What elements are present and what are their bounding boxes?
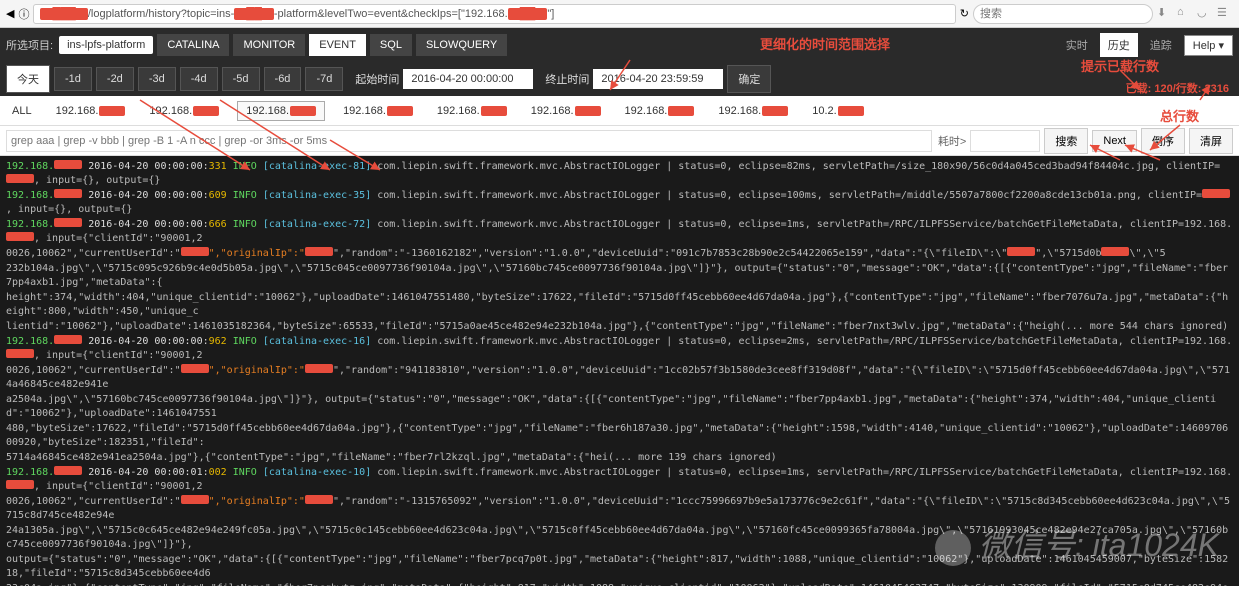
ip-item[interactable]: 192.168. [712,102,794,120]
rtab-history[interactable]: 历史 [1100,33,1138,57]
menu-icon[interactable]: ☰ [1217,6,1233,22]
timecost-input[interactable] [970,130,1040,152]
tab-event[interactable]: EVENT [309,34,366,56]
start-time-label: 起始时间 [355,71,399,87]
browser-url-bar: ◀ ⓘ ███/logplatform/history?topic=ins-██… [0,0,1239,28]
ip-item[interactable]: 192.168. [143,102,225,120]
end-time-input[interactable] [593,69,723,89]
ip-item[interactable]: 192.168. [619,102,701,120]
date-btn-7d[interactable]: -7d [305,67,343,91]
ip-all[interactable]: ALL [6,102,38,120]
date-btn-6d[interactable]: -6d [264,67,302,91]
timecost-label: 耗时> [938,133,966,149]
project-value[interactable]: ins-lpfs-platform [59,36,153,54]
confirm-button[interactable]: 确定 [727,65,771,93]
ip-item-active[interactable]: 192.168. [237,101,325,121]
reload-icon[interactable]: ↻ [960,7,969,20]
date-btn-4d[interactable]: -4d [180,67,218,91]
date-bar: 今天 -1d -2d -3d -4d -5d -6d -7d 起始时间 终止时间… [0,62,1239,96]
tab-sql[interactable]: SQL [370,34,412,56]
tab-slowquery[interactable]: SLOWQUERY [416,34,507,56]
ip-item[interactable]: 192.168. [525,102,607,120]
filter-bar: 耗时> 搜索 Next 倒序 清屏 [0,126,1239,156]
date-btn-1d[interactable]: -1d [54,67,92,91]
clear-button[interactable]: 清屏 [1189,128,1233,154]
next-button[interactable]: Next [1092,130,1137,152]
browser-search-input[interactable] [973,4,1153,24]
date-btn-5d[interactable]: -5d [222,67,260,91]
url-input[interactable]: ███/logplatform/history?topic=ins-██-pla… [33,4,955,24]
nav-back-icon[interactable]: ◀ [6,7,14,20]
ip-item[interactable]: 192.168. [337,102,419,120]
ip-item[interactable]: 10.2. [806,102,869,120]
date-btn-today[interactable]: 今天 [6,65,50,93]
home-icon[interactable]: ⌂ [1177,6,1193,22]
download-icon[interactable]: ⬇ [1157,6,1173,22]
pocket-icon[interactable]: ◡ [1197,6,1213,22]
nav-bar: 所选项目: ins-lpfs-platform CATALINA MONITOR… [0,28,1239,62]
reverse-button[interactable]: 倒序 [1141,128,1185,154]
tab-monitor[interactable]: MONITOR [233,34,305,56]
ip-bar: ALL 192.168. 192.168. 192.168. 192.168. … [0,96,1239,126]
date-btn-2d[interactable]: -2d [96,67,134,91]
search-button[interactable]: 搜索 [1044,128,1088,154]
end-time-label: 终止时间 [545,71,589,87]
tab-catalina[interactable]: CATALINA [157,34,229,56]
info-icon[interactable]: ⓘ [18,6,29,22]
rtab-realtime[interactable]: 实时 [1058,33,1096,57]
ip-item[interactable]: 192.168. [431,102,513,120]
help-button[interactable]: Help ▾ [1184,35,1233,56]
start-time-input[interactable] [403,69,533,89]
ip-item[interactable]: 192.168. [50,102,132,120]
rtab-trace[interactable]: 追踪 [1142,33,1180,57]
project-label: 所选项目: [6,37,53,53]
date-btn-3d[interactable]: -3d [138,67,176,91]
log-output[interactable]: 192.168. 2016-04-20 00:00:00:331 INFO [c… [0,156,1239,586]
grep-input[interactable] [6,130,932,152]
